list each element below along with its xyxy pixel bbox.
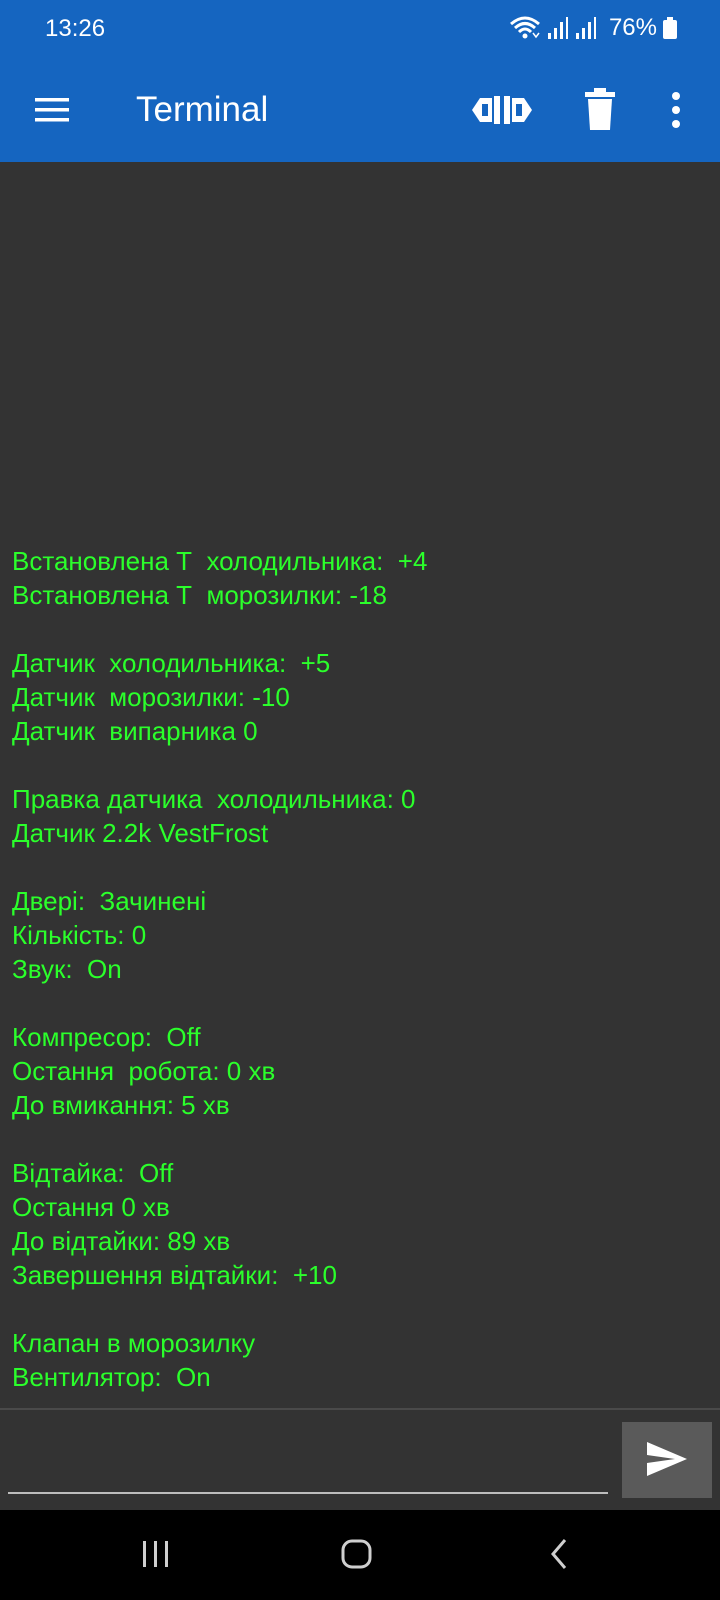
status-icons: 76%	[509, 14, 677, 42]
menu-icon[interactable]	[33, 92, 71, 128]
terminal-line: Компресор: Off	[12, 1022, 201, 1052]
signal-icon	[547, 16, 569, 40]
page-title: Terminal	[136, 90, 269, 129]
terminal-line: Датчик 2.2k VestFrost	[12, 818, 269, 848]
terminal-lines: Встановлена Т холодильника: +4 Встановле…	[12, 544, 708, 1394]
terminal-line: До відтайки: 89 хв	[12, 1226, 231, 1256]
app-bar: Terminal	[0, 58, 720, 162]
back-icon[interactable]	[548, 1537, 572, 1576]
terminal-line: Встановлена Т холодильника: +4	[12, 546, 428, 576]
status-bar: 13:26 76%	[0, 0, 720, 58]
battery-percent: 76%	[608, 14, 657, 41]
terminal-line: Клапан в морозилку	[12, 1328, 256, 1358]
wifi-icon	[509, 15, 541, 41]
terminal-line: Вентилятор: On	[12, 1362, 211, 1392]
terminal-line: Остання робота: 0 хв	[12, 1056, 276, 1086]
terminal-line: Датчик холодильника: +5	[12, 648, 331, 678]
terminal-line: Завершення відтайки: +10	[12, 1260, 337, 1290]
terminal-line: Встановлена Т морозилки: -18	[12, 580, 387, 610]
home-icon[interactable]	[340, 1537, 374, 1576]
signal-icon	[575, 16, 597, 40]
system-nav-bar	[0, 1510, 720, 1600]
terminal-line: Датчик випарника 0	[12, 716, 258, 746]
trash-icon[interactable]	[582, 86, 618, 132]
send-button[interactable]	[622, 1422, 712, 1498]
battery-icon	[663, 17, 677, 39]
terminal-output[interactable]: Встановлена Т холодильника: +4 Встановле…	[0, 162, 720, 1408]
recent-apps-icon[interactable]	[140, 1537, 172, 1576]
terminal-line: Двері: Зачинені	[12, 886, 207, 916]
status-time: 13:26	[45, 15, 106, 42]
more-vert-icon[interactable]	[668, 88, 684, 132]
terminal-line: Правка датчика холодильника: 0	[12, 784, 416, 814]
input-area	[0, 1410, 720, 1510]
send-text-input[interactable]	[8, 1422, 608, 1494]
terminal-line: До вмикання: 5 хв	[12, 1090, 230, 1120]
connect-icon[interactable]	[470, 88, 534, 132]
terminal-line: Відтайка: Off	[12, 1158, 174, 1188]
terminal-line: Звук: On	[12, 954, 122, 984]
terminal-line: Кількість: 0	[12, 920, 147, 950]
terminal-line: Датчик морозилки: -10	[12, 682, 290, 712]
terminal-line: Остання 0 хв	[12, 1192, 170, 1222]
send-icon	[645, 1440, 689, 1481]
